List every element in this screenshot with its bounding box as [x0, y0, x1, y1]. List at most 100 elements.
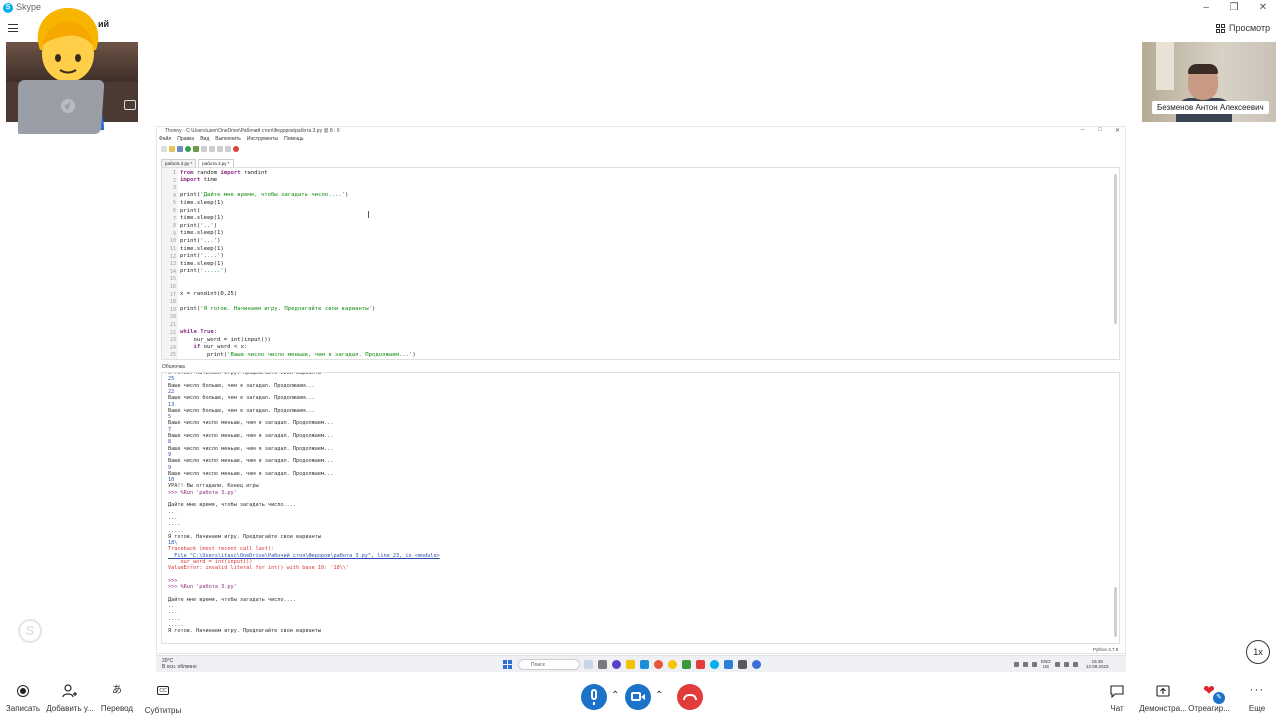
code-editor[interactable]: 1 from random import randint 2 import time 3… — [161, 167, 1120, 360]
settings-icon[interactable] — [752, 660, 761, 669]
weather-desc: В осн. облачно — [162, 664, 197, 670]
code-token: print( — [180, 253, 201, 260]
debug-icon[interactable] — [193, 146, 199, 152]
step-into-icon[interactable] — [209, 146, 215, 152]
code-line: if our_word < x: — [180, 344, 247, 350]
weather-widget[interactable]: 20°C В осн. облачно — [162, 658, 197, 670]
shell-output-line: >>> %Run 'работа 3.py' — [168, 584, 237, 591]
menu-edit[interactable]: Правка — [177, 136, 194, 142]
editor-scrollbar[interactable] — [1114, 174, 1117, 324]
step-over-icon[interactable] — [201, 146, 207, 152]
taskbar-search[interactable]: Поиск — [518, 659, 580, 670]
code-token: time.sleep(1) — [180, 245, 224, 252]
maximize-button[interactable]: ❐ — [1219, 1, 1249, 15]
stop-icon[interactable] — [233, 146, 239, 152]
tab-rabota-2[interactable]: работа 2.py * — [161, 159, 197, 167]
new-file-icon[interactable] — [161, 146, 167, 152]
volume-icon[interactable] — [1063, 661, 1069, 667]
hang-up-button[interactable] — [677, 684, 703, 710]
app-icon[interactable] — [724, 660, 733, 669]
chevron-up-icon[interactable]: ⌃ — [655, 690, 663, 701]
line-number: 9 — [172, 230, 176, 237]
menu-tools[interactable]: Инструменты — [247, 136, 278, 142]
skype-logo-icon: S — [3, 3, 13, 13]
thonny-toolbar — [161, 146, 239, 154]
shell-label: Оболочка — [162, 364, 185, 370]
thonny-title: Thonny - C:\Users\user\OneDrive\Рабочий … — [165, 128, 340, 134]
code-line: time.sleep(1) — [180, 200, 224, 206]
app-icon[interactable] — [682, 660, 691, 669]
thonny-close-icon[interactable]: ✕ — [1115, 127, 1120, 134]
code-token: ) — [412, 351, 416, 358]
shell-output-line[interactable]: File "C:\Users\itasc\OneDrive\Рабочий ст… — [168, 553, 439, 559]
widgets-icon[interactable] — [598, 660, 607, 669]
chat-bubble-icon — [1109, 684, 1125, 699]
line-number: 18 — [169, 299, 176, 306]
thonny-maximize-icon[interactable]: □ — [1098, 127, 1102, 133]
resume-icon[interactable] — [225, 146, 231, 152]
tab-rabota-3[interactable]: работа 3.py * — [198, 159, 234, 167]
language-indicator[interactable]: ENG US — [1041, 659, 1051, 669]
wifi-icon[interactable] — [1054, 661, 1060, 667]
line-number: 1 — [172, 170, 176, 176]
shell-panel[interactable]: Я готов. Начинаем игру. Предлагайте свои… — [161, 372, 1120, 644]
code-line: while True: — [180, 329, 217, 335]
chevron-up-icon[interactable] — [1014, 661, 1019, 667]
shell-output-line: >>> — [168, 577, 178, 584]
menu-run[interactable]: Выполнить — [215, 136, 241, 142]
hamburger-menu-icon[interactable] — [8, 24, 18, 32]
microphone-icon — [591, 689, 597, 700]
thonny-minimize-icon[interactable]: – — [1081, 127, 1084, 133]
line-number: 22 — [169, 329, 176, 336]
more-button[interactable]: ··· Еще — [1227, 683, 1280, 713]
file-explorer-icon[interactable] — [626, 660, 635, 669]
chrome-icon[interactable] — [668, 660, 677, 669]
windows-start-icon[interactable] — [503, 660, 512, 669]
cloud-icon[interactable] — [1023, 661, 1028, 667]
microphone-button[interactable] — [581, 684, 607, 710]
python-version-status[interactable]: Python 3.7.9 — [1093, 647, 1118, 652]
video-button[interactable] — [625, 684, 651, 710]
code-token: from — [180, 169, 194, 176]
open-file-icon[interactable] — [169, 146, 175, 152]
playback-speed-button[interactable]: 1x — [1246, 640, 1270, 664]
code-token: 'Ваше число число меньше, чем я загадал.… — [227, 351, 413, 358]
code-line: print('...') — [180, 238, 220, 244]
grid-view-icon — [1216, 23, 1225, 33]
menu-view[interactable]: Вид — [200, 136, 209, 142]
edge-icon[interactable] — [640, 660, 649, 669]
save-icon[interactable] — [177, 146, 183, 152]
shell-output-line: ValueError: invalid literal for int() wi… — [168, 565, 350, 572]
shell-output-line: Я готов. Начинаем игру. Предлагайте свои… — [168, 533, 322, 540]
battery-icon[interactable] — [1072, 661, 1078, 667]
menu-help[interactable]: Помощь — [284, 136, 303, 142]
thonny-titlebar: Thonny - C:\Users\user\OneDrive\Рабочий … — [157, 127, 1125, 136]
line-number: 23 — [169, 337, 176, 344]
close-button[interactable]: ✕ — [1248, 1, 1278, 15]
line-number: 16 — [169, 284, 176, 290]
remote-video-tile[interactable]: Безменов Антон Алексеевич — [1142, 42, 1276, 122]
code-token: import — [220, 169, 241, 176]
shell-scrollbar[interactable] — [1114, 587, 1117, 637]
shell-output-line: ..... — [168, 527, 184, 534]
code-token: : — [213, 329, 218, 336]
shell-output-line: Traceback (most recent call last): — [168, 546, 275, 553]
windows-taskbar: 20°C В осн. облачно Поиск ENG US 16:48 12… — [156, 655, 1126, 672]
thonny-taskbar-icon[interactable] — [738, 660, 747, 669]
run-icon[interactable] — [185, 146, 191, 152]
step-out-icon[interactable] — [217, 146, 223, 152]
subtitles-button[interactable]: CC Субтитры — [133, 684, 193, 715]
menu-file[interactable]: Файл — [159, 136, 171, 142]
chevron-up-icon[interactable]: ⌃ — [611, 690, 619, 701]
yandex-icon[interactable] — [654, 660, 663, 669]
minimize-button[interactable]: – — [1191, 1, 1221, 15]
skype-taskbar-icon[interactable] — [710, 660, 719, 669]
teams-icon[interactable] — [612, 660, 621, 669]
taskbar-clock[interactable]: 16:48 12.09.2023 — [1086, 659, 1109, 669]
code-line: time.sleep(1) — [180, 215, 224, 221]
app-icon[interactable] — [696, 660, 705, 669]
network-icon[interactable] — [1032, 661, 1037, 667]
task-view-icon[interactable] — [584, 660, 593, 669]
line-number: 12 — [169, 253, 176, 260]
view-button[interactable]: Просмотр — [1216, 23, 1270, 33]
